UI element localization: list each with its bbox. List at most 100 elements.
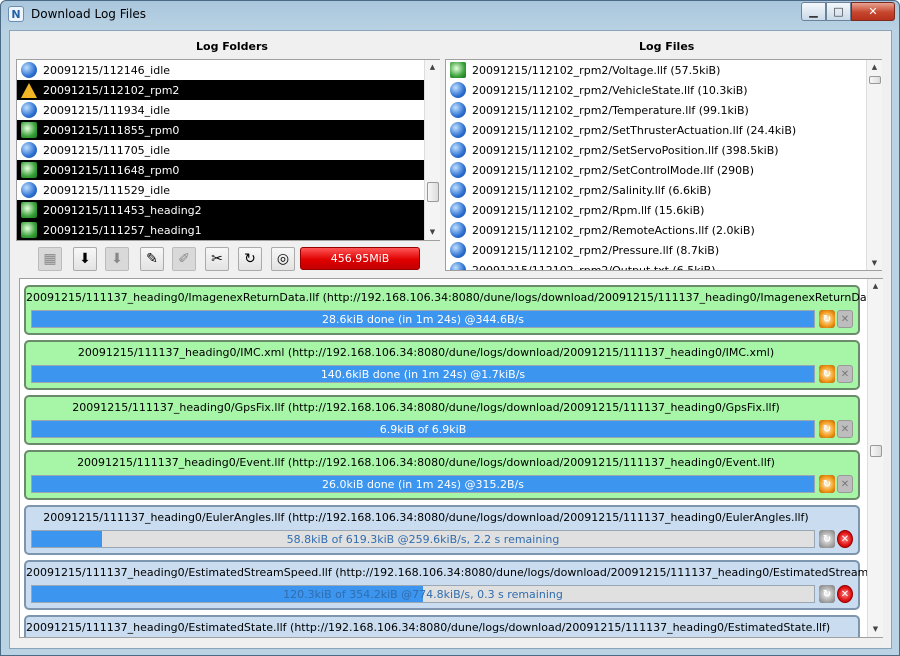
scroll-thumb[interactable] (870, 445, 882, 457)
scroll-up-arrow-icon[interactable]: ▲ (425, 60, 440, 74)
log-folders-scrollbar[interactable]: ▲ ▼ (424, 60, 440, 240)
stop-icon[interactable]: ✕ (837, 585, 853, 603)
download-item: 20091215/111137_heading0/EstimatedState.… (24, 615, 860, 637)
main-window: N Download Log Files ▁ □ ✕ Log Folders L… (0, 0, 900, 656)
refresh-icon[interactable]: ↻ (238, 247, 262, 271)
close-button[interactable]: ✕ (851, 2, 895, 21)
log-folders-header: Log Folders (196, 40, 268, 53)
download-status: 28.6kiB done (in 1m 24s) @344.6B/s (322, 312, 524, 326)
scroll-up-arrow-icon[interactable]: ▲ (868, 279, 883, 293)
file-row[interactable]: 20091215/112102_rpm2/Rpm.llf (15.6kiB) (446, 200, 881, 220)
download-title: 20091215/111137_heading0/Event.llf (http… (77, 456, 775, 469)
file-row[interactable]: 20091215/112102_rpm2/Salinity.llf (6.6ki… (446, 180, 881, 200)
maximize-button[interactable]: □ (826, 2, 851, 21)
scroll-thumb[interactable] (869, 76, 881, 84)
log-files-scrollbar[interactable]: ▲ ▼ (866, 60, 882, 270)
downloads-list[interactable]: 20091215/111137_heading0/ImagenexReturnD… (19, 278, 883, 638)
download-progress-bar: 26.0kiB done (in 1m 24s) @315.2B/s (31, 475, 815, 493)
stop-icon[interactable]: ✕ (837, 420, 853, 438)
retry-icon[interactable]: ↻ (819, 530, 835, 548)
log-files-header: Log Files (639, 40, 695, 53)
folder-label: 20091215/111705_idle (43, 143, 171, 157)
retry-icon[interactable]: ↻ (819, 420, 835, 438)
scroll-down-arrow-icon[interactable]: ▼ (425, 225, 440, 239)
file-label: 20091215/112102_rpm2/Pressure.llf (8.7ki… (472, 243, 720, 257)
stop-icon[interactable]: ✕ (837, 530, 853, 548)
folder-row[interactable]: 20091215/111453_heading2 (17, 200, 439, 220)
tools-icon[interactable]: ✂ (205, 247, 229, 271)
edit-icon[interactable]: ✎ (140, 247, 164, 271)
downloads-scrollbar[interactable]: ▲ ▼ (867, 279, 883, 637)
folder-label: 20091215/112102_rpm2 (43, 83, 180, 97)
download-status: 120.3kiB of 354.2kiB @774.8kiB/s, 0.3 s … (283, 587, 563, 601)
download-title: 20091215/111137_heading0/EstimatedState.… (26, 621, 831, 634)
folder-row[interactable]: 20091215/112146_idle (17, 60, 439, 80)
select-all-icon[interactable]: ▦ (38, 247, 62, 271)
folder-row[interactable]: 20091215/111529_idle (17, 180, 439, 200)
globe-icon (450, 182, 466, 198)
scroll-up-arrow-icon[interactable]: ▲ (867, 60, 882, 74)
file-row[interactable]: 20091215/112102_rpm2/RemoteActions.llf (… (446, 220, 881, 240)
help-icon[interactable]: ◎ (271, 247, 295, 271)
file-row[interactable]: 20091215/112102_rpm2/Output.txt (6.5kiB) (446, 260, 881, 271)
download-selected-icon[interactable]: ⬇ (105, 247, 129, 271)
retry-icon[interactable]: ↻ (819, 365, 835, 383)
log-files-list[interactable]: 20091215/112102_rpm2/Voltage.llf (57.5ki… (445, 59, 882, 271)
file-row[interactable]: 20091215/112102_rpm2/SetServoPosition.ll… (446, 140, 881, 160)
file-label: 20091215/112102_rpm2/SetServoPosition.ll… (472, 143, 779, 157)
app-icon: N (8, 6, 24, 22)
title-bar[interactable]: N Download Log Files ▁ □ ✕ (1, 1, 899, 29)
clear-icon[interactable]: ✐ (172, 247, 196, 271)
download-item: 20091215/111137_heading0/GpsFix.llf (htt… (24, 395, 860, 445)
stop-icon[interactable]: ✕ (837, 475, 853, 493)
folder-row[interactable]: 20091215/112102_rpm2 (17, 80, 439, 100)
folder-label: 20091215/112146_idle (43, 63, 171, 77)
download-progress-bar: 6.9kiB of 6.9kiB (31, 420, 815, 438)
download-title: 20091215/111137_heading0/ImagenexReturnD… (26, 291, 883, 304)
download-item: 20091215/111137_heading0/IMC.xml (http:/… (24, 340, 860, 390)
download-title: 20091215/111137_heading0/IMC.xml (http:/… (77, 346, 775, 359)
folder-row[interactable]: 20091215/111648_rpm0 (17, 160, 439, 180)
scroll-down-arrow-icon[interactable]: ▼ (868, 622, 883, 636)
download-progress-bar: 58.8kiB of 619.3kiB @259.6kiB/s, 2.2 s r… (31, 530, 815, 548)
file-row[interactable]: 20091215/112102_rpm2/Temperature.llf (99… (446, 100, 881, 120)
folder-label: 20091215/111934_idle (43, 103, 171, 117)
scroll-down-arrow-icon[interactable]: ▼ (867, 256, 882, 270)
folder-label: 20091215/111453_heading2 (43, 203, 202, 217)
warning-icon (21, 82, 37, 98)
retry-icon[interactable]: ↻ (819, 475, 835, 493)
stop-icon[interactable]: ✕ (837, 365, 853, 383)
globe-icon (21, 102, 37, 118)
folder-label: 20091215/111529_idle (43, 183, 171, 197)
download-item: 20091215/111137_heading0/Event.llf (http… (24, 450, 860, 500)
sync-icon (450, 62, 466, 78)
folder-row[interactable]: 20091215/111934_idle (17, 100, 439, 120)
file-row[interactable]: 20091215/112102_rpm2/Voltage.llf (57.5ki… (446, 60, 881, 80)
scroll-thumb[interactable] (427, 182, 439, 202)
retry-icon[interactable]: ↻ (819, 310, 835, 328)
folder-row[interactable]: 20091215/111855_rpm0 (17, 120, 439, 140)
download-icon[interactable]: ⬇ (73, 247, 97, 271)
log-folders-list[interactable]: 20091215/112146_idle 20091215/112102_rpm2… (16, 59, 440, 241)
file-row[interactable]: 20091215/112102_rpm2/SetControlMode.llf … (446, 160, 881, 180)
file-label: 20091215/112102_rpm2/Salinity.llf (6.6ki… (472, 183, 712, 197)
file-label: 20091215/112102_rpm2/Voltage.llf (57.5ki… (472, 63, 721, 77)
file-row[interactable]: 20091215/112102_rpm2/Pressure.llf (8.7ki… (446, 240, 881, 260)
globe-icon (21, 62, 37, 78)
minimize-button[interactable]: ▁ (801, 2, 826, 21)
download-item: 20091215/111137_heading0/EulerAngles.llf… (24, 505, 860, 555)
retry-icon[interactable]: ↻ (819, 585, 835, 603)
folder-row[interactable]: 20091215/111705_idle (17, 140, 439, 160)
download-item: 20091215/111137_heading0/EstimatedStream… (24, 560, 882, 610)
download-progress-bar: 140.6kiB done (in 1m 24s) @1.7kiB/s (31, 365, 815, 383)
download-title: 20091215/111137_heading0/GpsFix.llf (htt… (72, 401, 780, 414)
file-row[interactable]: 20091215/112102_rpm2/SetThrusterActuatio… (446, 120, 881, 140)
stop-icon[interactable]: ✕ (837, 310, 853, 328)
download-title: 20091215/111137_heading0/EulerAngles.llf… (43, 511, 809, 524)
folder-label: 20091215/111855_rpm0 (43, 123, 180, 137)
file-label: 20091215/112102_rpm2/Output.txt (6.5kiB) (472, 263, 716, 271)
folder-row[interactable]: 20091215/111257_heading1 (17, 220, 439, 240)
file-row[interactable]: 20091215/112102_rpm2/VehicleState.llf (1… (446, 80, 881, 100)
total-size-indicator: 456.95MiB (300, 247, 420, 270)
sync-icon (21, 222, 37, 238)
